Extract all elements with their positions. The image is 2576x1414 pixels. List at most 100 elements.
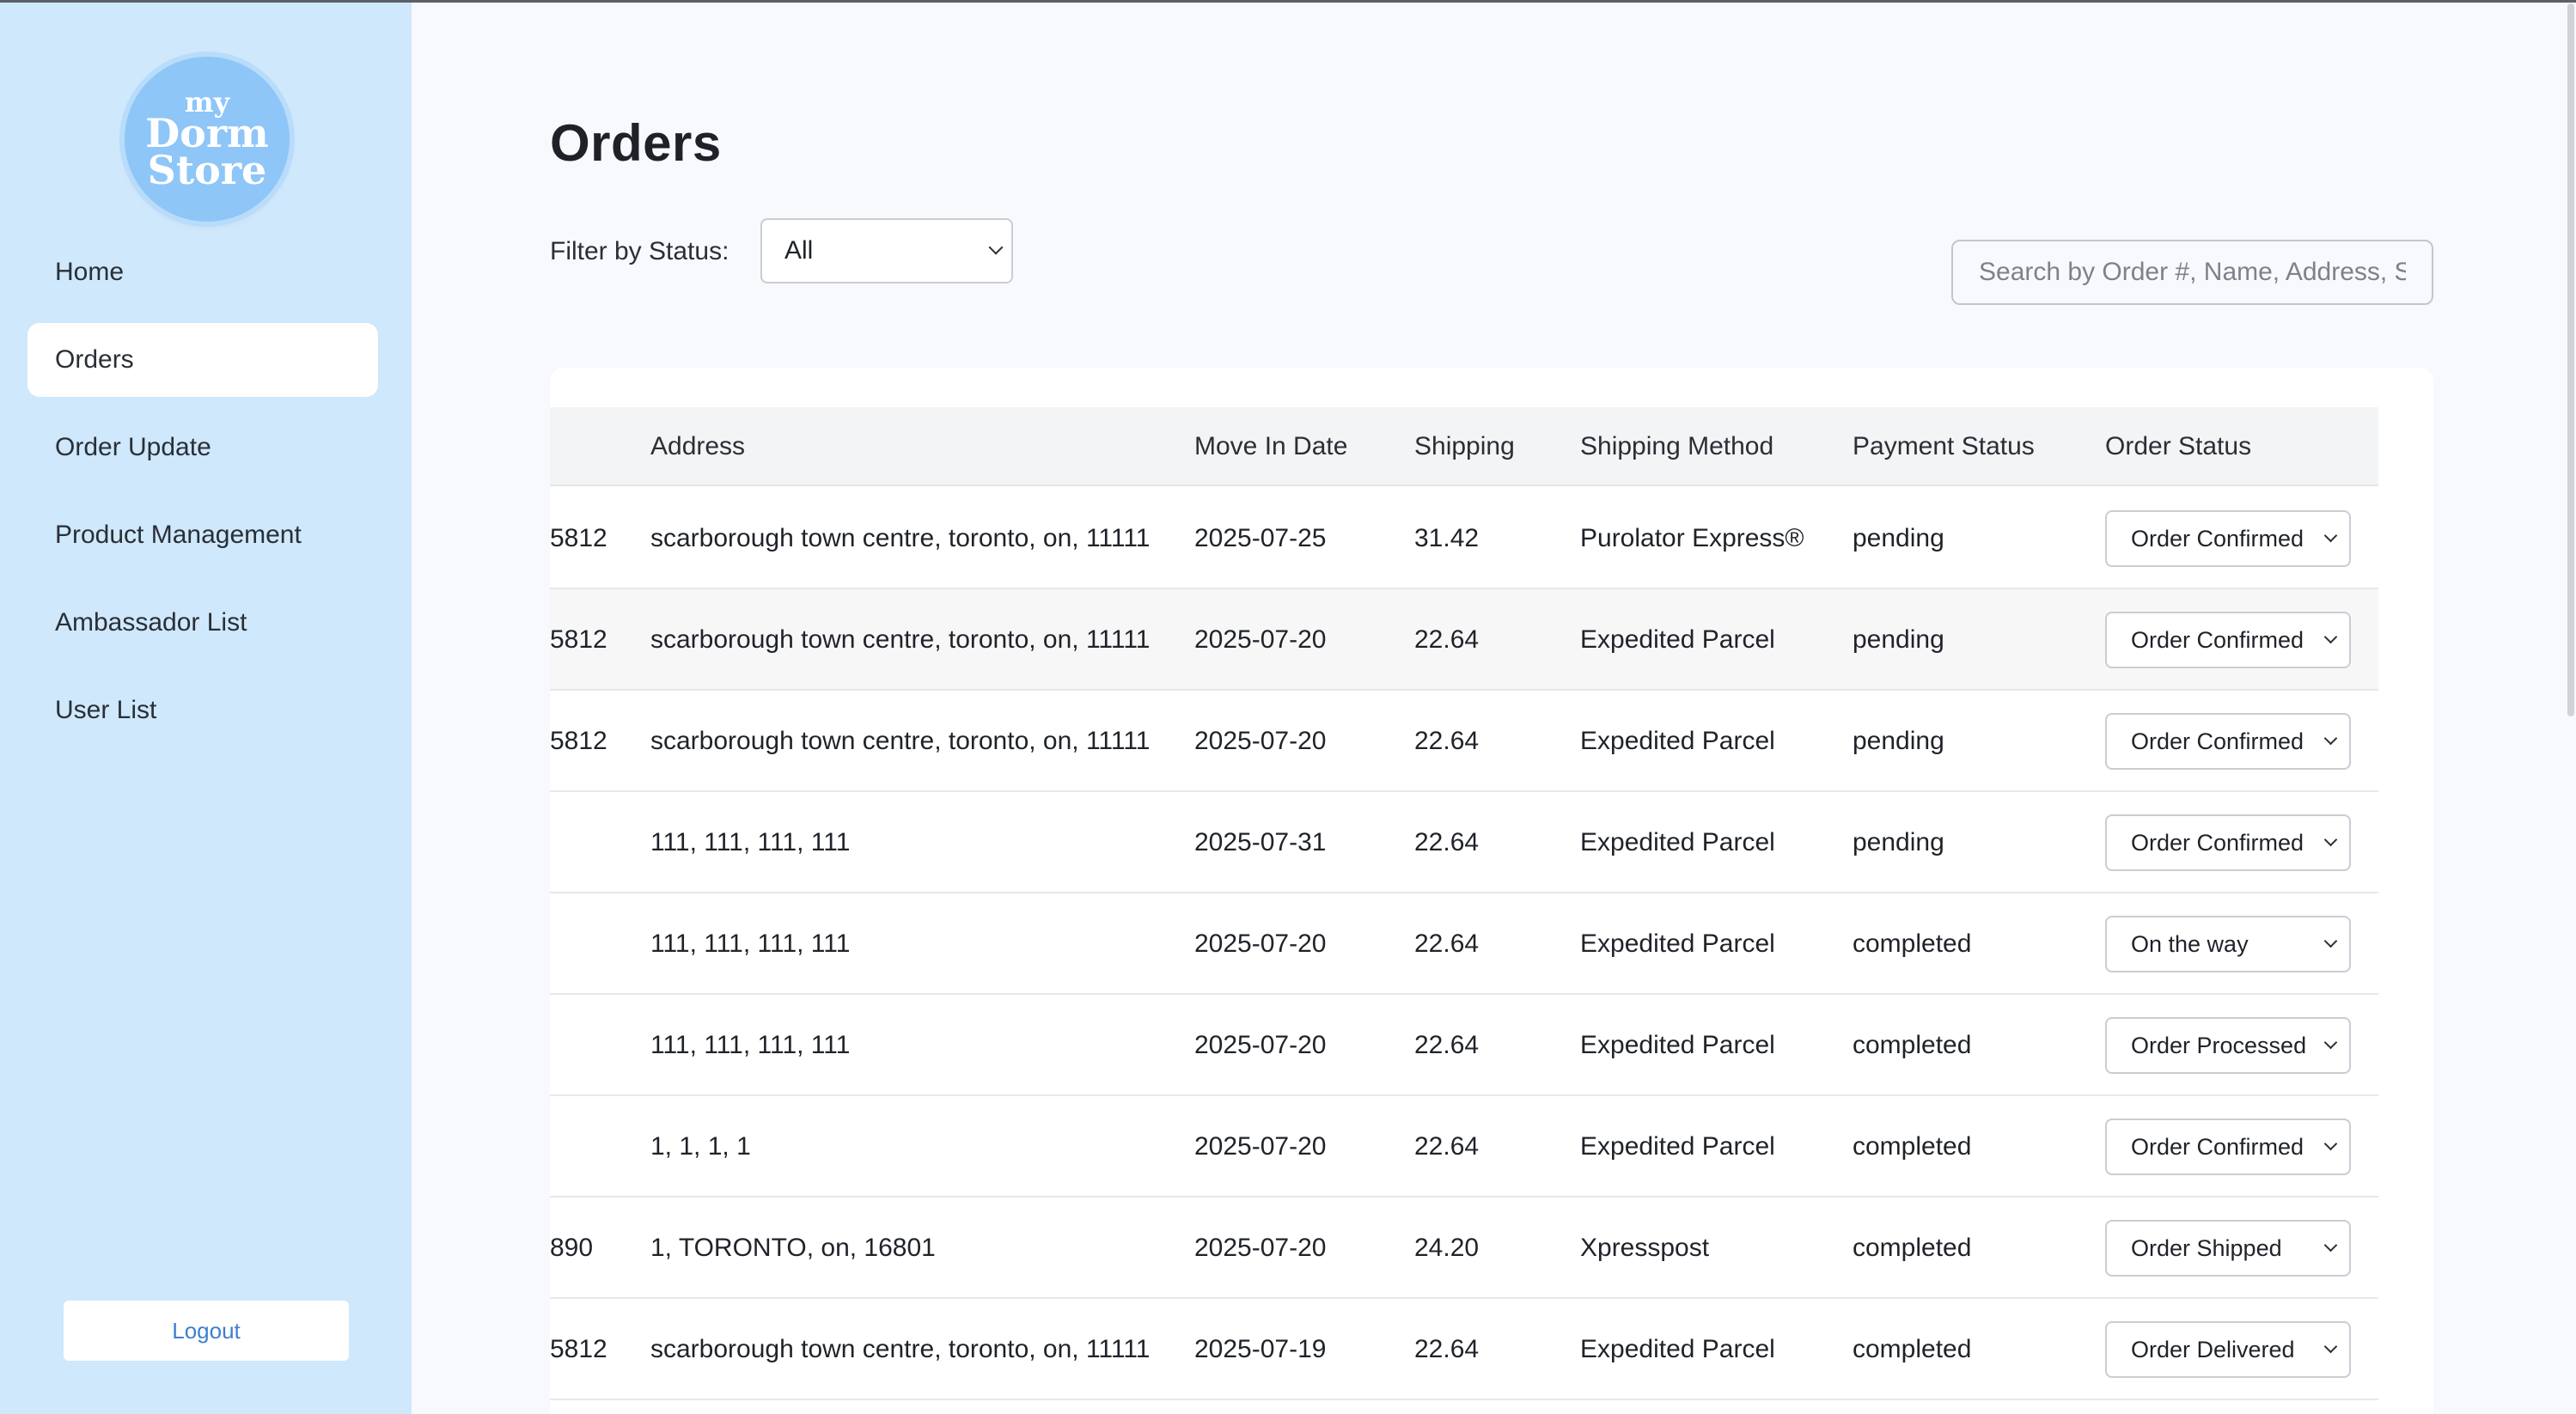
order-status-select[interactable]: Order Confirmed: [2105, 612, 2351, 668]
address-cell: 111, 111, 111, 111: [650, 929, 851, 958]
column-header-shipping-method[interactable]: Shipping Method: [1580, 407, 1773, 486]
sidebar-item-order-update[interactable]: Order Update: [27, 411, 378, 485]
order-id-cell: 890: [550, 1234, 594, 1262]
sidebar-item-label: Order Update: [55, 433, 211, 461]
table-row[interactable]: 890 1, TORONTO, on, 16801 2025-07-20 24.…: [550, 1198, 2378, 1299]
address-cell: scarborough town centre, toronto, on, 11…: [650, 1335, 1151, 1363]
order-status-value: Order Shipped: [2131, 1234, 2282, 1261]
orders-table[interactable]: Address Move In Date Shipping Shipping M…: [550, 407, 2378, 1414]
order-status-select[interactable]: On the way: [2105, 916, 2351, 972]
logout-button[interactable]: Logout: [64, 1301, 349, 1361]
move-in-date-cell: 2025-07-31: [1194, 828, 1327, 856]
move-in-date-cell: 2025-07-20: [1194, 1031, 1327, 1059]
sidebar-item-label: Product Management: [55, 521, 302, 549]
shipping-method-cell: Expedited Parcel: [1580, 625, 1775, 654]
shipping-method-cell: Expedited Parcel: [1580, 929, 1775, 958]
sidebar-item-label: User List: [55, 696, 157, 724]
shipping-method-cell: Purolator Express®: [1580, 524, 1804, 552]
logo-text-store: Store: [147, 146, 267, 193]
shipping-cell: 31.42: [1414, 524, 1480, 552]
window-top-border: [0, 0, 2576, 3]
chevron-down-icon: [2323, 1339, 2338, 1354]
shipping-cell: 22.64: [1414, 828, 1480, 856]
table-row[interactable]: 5812 scarborough town centre, toronto, o…: [550, 488, 2378, 589]
sidebar-item-label: Ambassador List: [55, 608, 247, 637]
shipping-cell: 22.64: [1414, 625, 1480, 654]
order-status-select[interactable]: Order Delivered: [2105, 1321, 2351, 1378]
chevron-down-icon: [2323, 1035, 2338, 1050]
order-status-select[interactable]: Order Confirmed: [2105, 1118, 2351, 1175]
table-row[interactable]: 1, 1, 1, 1 2025-07-20 22.64 Expedited Pa…: [550, 1096, 2378, 1198]
column-header-move-in-date[interactable]: Move In Date: [1194, 407, 1347, 486]
column-header-order-status[interactable]: Order Status: [2105, 407, 2251, 486]
order-id-cell: 5812: [550, 1335, 607, 1363]
table-row[interactable]: 5812 scarborough town centre, toronto, o…: [550, 589, 2378, 691]
order-status-select[interactable]: Order Processed: [2105, 1017, 2351, 1074]
address-cell: scarborough town centre, toronto, on, 11…: [650, 727, 1151, 755]
move-in-date-cell: 2025-07-20: [1194, 1132, 1327, 1161]
column-header-address[interactable]: Address: [650, 407, 745, 486]
chevron-down-icon: [988, 240, 1004, 255]
orders-table-card: Address Move In Date Shipping Shipping M…: [550, 368, 2433, 1414]
table-row[interactable]: 111, 111, 111, 111 2025-07-20 22.64 Expe…: [550, 893, 2378, 995]
shipping-method-cell: Expedited Parcel: [1580, 727, 1775, 755]
page-title: Orders: [550, 114, 722, 172]
sidebar-item-ambassador-list[interactable]: Ambassador List: [27, 586, 378, 660]
order-id-cell: 5812: [550, 625, 607, 654]
address-cell: scarborough town centre, toronto, on, 11…: [650, 625, 1151, 654]
shipping-method-cell: Expedited Parcel: [1580, 1335, 1775, 1363]
payment-status-cell: pending: [1853, 727, 1944, 755]
sidebar-item-user-list[interactable]: User List: [27, 673, 378, 747]
shipping-method-cell: Expedited Parcel: [1580, 1132, 1775, 1161]
chevron-down-icon: [2323, 832, 2338, 847]
table-header: Address Move In Date Shipping Shipping M…: [550, 407, 2378, 486]
sidebar-item-orders[interactable]: Orders: [27, 323, 378, 397]
order-status-select[interactable]: Order Confirmed: [2105, 814, 2351, 871]
sidebar: my Dorm Store Home Orders Order Update P…: [0, 0, 412, 1414]
sidebar-item-label: Home: [55, 258, 125, 286]
table-row[interactable]: 111, 111, 111, 111 2025-07-20 22.64 Expe…: [550, 995, 2378, 1096]
chevron-down-icon: [2323, 1137, 2338, 1151]
shipping-cell: 22.64: [1414, 1031, 1480, 1059]
payment-status-cell: completed: [1853, 1132, 1972, 1161]
order-id-cell: 5812: [550, 524, 607, 552]
order-status-value: Order Confirmed: [2131, 626, 2304, 653]
my-dorm-store-logo[interactable]: my Dorm Store: [125, 57, 290, 222]
table-row[interactable]: 111, 111, 111, 111 2025-07-31 22.64 Expe…: [550, 792, 2378, 893]
order-status-value: Order Delivered: [2131, 1336, 2295, 1362]
address-cell: scarborough town centre, toronto, on, 11…: [650, 524, 1151, 552]
order-status-value: Order Processed: [2131, 1032, 2307, 1058]
order-status-select[interactable]: Order Confirmed: [2105, 510, 2351, 567]
shipping-cell: 22.64: [1414, 929, 1480, 958]
move-in-date-cell: 2025-07-20: [1194, 929, 1327, 958]
shipping-cell: 22.64: [1414, 727, 1480, 755]
shipping-cell: 24.20: [1414, 1234, 1480, 1262]
search-input[interactable]: [1951, 240, 2433, 305]
filter-status-select[interactable]: All: [760, 218, 1013, 283]
payment-status-cell: completed: [1853, 1234, 1972, 1262]
move-in-date-cell: 2025-07-19: [1194, 1335, 1327, 1363]
filter-status-label: Filter by Status:: [550, 237, 729, 265]
address-cell: 1, TORONTO, on, 16801: [650, 1234, 936, 1262]
address-cell: 111, 111, 111, 111: [650, 828, 851, 856]
column-header-shipping[interactable]: Shipping: [1414, 407, 1515, 486]
table-row[interactable]: 5812 scarborough town centre, toronto, o…: [550, 691, 2378, 792]
sidebar-item-product-management[interactable]: Product Management: [27, 498, 378, 572]
sidebar-item-home[interactable]: Home: [27, 235, 378, 309]
order-status-value: Order Confirmed: [2131, 525, 2304, 552]
move-in-date-cell: 2025-07-25: [1194, 524, 1327, 552]
order-status-select[interactable]: Order Shipped: [2105, 1220, 2351, 1277]
column-header-payment-status[interactable]: Payment Status: [1853, 407, 2035, 486]
payment-status-cell: completed: [1853, 1335, 1972, 1363]
chevron-down-icon: [2323, 934, 2338, 948]
order-status-value: Order Confirmed: [2131, 728, 2304, 754]
table-row[interactable]: 5812 scarborough town centre, toronto, o…: [550, 1299, 2378, 1400]
page-scrollbar[interactable]: [2567, 3, 2574, 716]
payment-status-cell: completed: [1853, 929, 1972, 958]
order-status-value: Order Confirmed: [2131, 829, 2304, 856]
move-in-date-cell: 2025-07-20: [1194, 625, 1327, 654]
chevron-down-icon: [2323, 630, 2338, 644]
chevron-down-icon: [2323, 731, 2338, 746]
move-in-date-cell: 2025-07-20: [1194, 727, 1327, 755]
order-status-select[interactable]: Order Confirmed: [2105, 713, 2351, 770]
